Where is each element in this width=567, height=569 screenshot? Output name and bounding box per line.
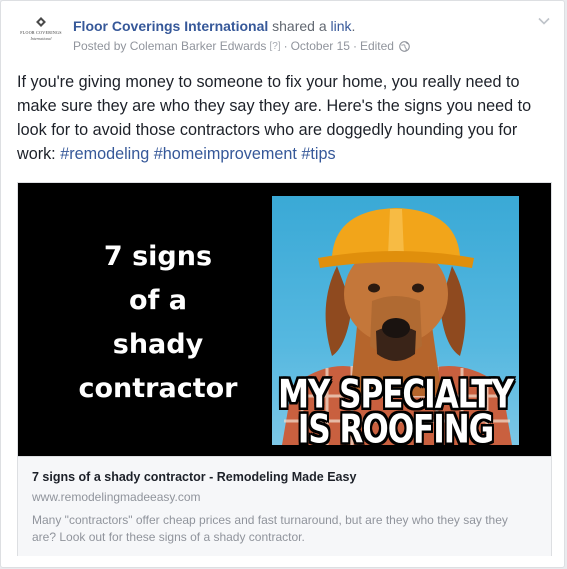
link-preview-info[interactable]: 7 signs of a shady contractor - Remodeli… — [18, 456, 551, 556]
image-headline-line: contractor — [78, 373, 238, 404]
page-name-link[interactable]: Floor Coverings International — [73, 18, 268, 34]
meme-caption-bottom: IS ROOFING — [297, 407, 494, 446]
image-headline: 7 signs of a shady contractor — [58, 235, 258, 411]
header-period: . — [351, 18, 356, 34]
meta-separator: · — [283, 39, 288, 53]
image-headline-line: of a — [129, 285, 187, 316]
link-domain: www.remodelingmadeeasy.com — [32, 490, 201, 504]
post-card: FLOOR COVERINGS International Floor Cove… — [0, 0, 565, 568]
post-header: Floor Coverings International shared a l… — [73, 18, 355, 34]
chevron-down-icon[interactable] — [538, 17, 550, 25]
logo-text: FLOOR COVERINGS — [20, 30, 62, 35]
edited-label[interactable]: Edited — [360, 39, 394, 53]
hashtag-link[interactable]: #tips — [301, 145, 335, 163]
image-headline-line: shady — [112, 329, 204, 360]
help-marker[interactable]: [?] — [269, 41, 280, 52]
link-title[interactable]: 7 signs of a shady contractor - Remodeli… — [32, 470, 537, 484]
link-preview[interactable]: 7 signs of a shady contractor MY SPECIAL… — [17, 182, 552, 556]
posted-by[interactable]: Posted by Coleman Barker Edwards — [73, 39, 266, 53]
image-headline-line: 7 signs — [103, 241, 213, 272]
hashtag-link[interactable]: #homeimprovement — [154, 145, 297, 163]
link-preview-image[interactable]: 7 signs of a shady contractor MY SPECIAL… — [18, 183, 551, 456]
post-date[interactable]: October 15 — [291, 39, 350, 53]
globe-icon[interactable] — [399, 40, 410, 52]
logo-subtext: International — [30, 36, 52, 41]
dog-photo: MY SPECIALTY IS ROOFING — [272, 196, 519, 445]
link-word[interactable]: link — [331, 18, 352, 34]
hashtag-link[interactable]: #remodeling — [60, 145, 149, 163]
shared-text: shared a — [268, 18, 331, 34]
diamond-logo-icon — [36, 17, 46, 27]
post-meta: Posted by Coleman Barker Edwards [?] · O… — [73, 39, 410, 53]
meta-separator: · — [352, 39, 357, 53]
page-avatar[interactable]: FLOOR COVERINGS International — [15, 15, 67, 57]
link-description: Many "contractors" offer cheap prices an… — [32, 513, 508, 544]
post-body: If you're giving money to someone to fix… — [17, 70, 557, 166]
